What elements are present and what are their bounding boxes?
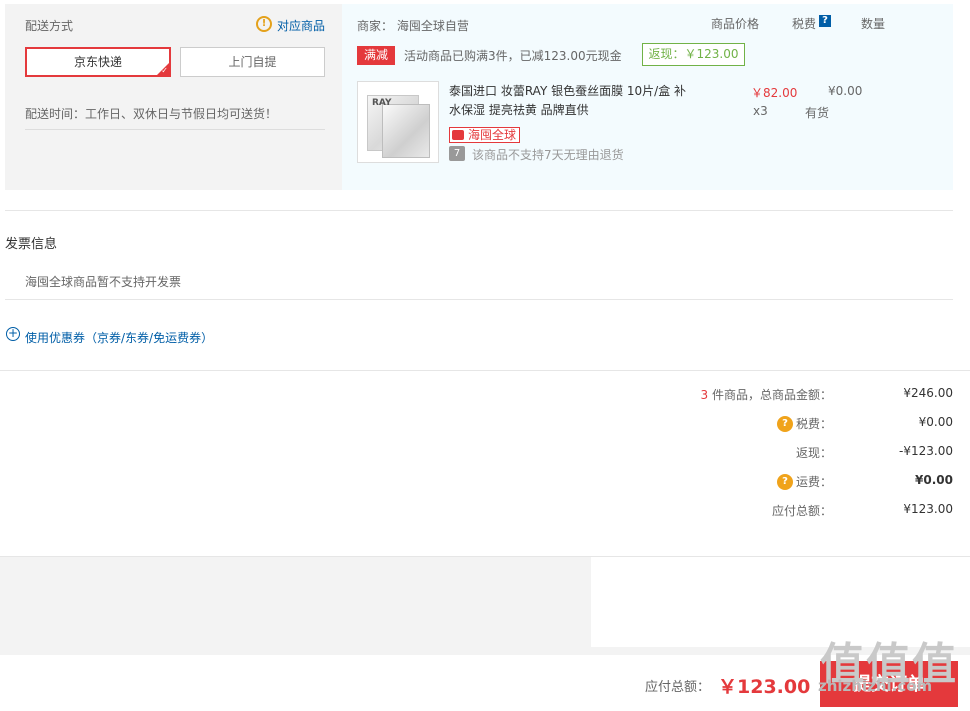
footer-total-amount: ￥123.00: [718, 676, 811, 698]
shipping-title: 配送方式: [25, 19, 74, 33]
payable-label: 应付总额：: [771, 504, 832, 518]
column-quantity: 数量: [861, 17, 886, 31]
tax-help-icon[interactable]: ?: [777, 416, 793, 432]
freight-label: 运费：: [795, 475, 832, 489]
help-icon[interactable]: ?: [819, 15, 831, 27]
checkmark-icon: ✓: [161, 66, 168, 75]
section-divider: [0, 370, 970, 371]
delivery-divider: [25, 129, 325, 130]
warning-icon: !: [256, 16, 272, 32]
invoice-title: 发票信息: [5, 237, 58, 252]
product-thumbnail[interactable]: RAY: [357, 81, 439, 163]
column-tax: 税费: [792, 17, 817, 31]
rebate-value: -¥123.00: [899, 444, 953, 458]
goods-count-suffix: 件商品，总商品金额：: [708, 388, 832, 402]
no-return-text: 该商品不支持7天无理由退货: [472, 148, 624, 162]
product-name-link[interactable]: 泰国进口 妆蕾RAY 银色蚕丝面膜 10片/盒 补水保湿 提亮祛黄 品牌直供: [449, 82, 694, 120]
plus-icon[interactable]: +: [6, 327, 20, 341]
invoice-note: 海囤全球商品暂不支持开发票: [25, 275, 182, 289]
rebate-badge: 返现：￥123.00: [642, 43, 745, 66]
column-price: 商品价格: [711, 17, 760, 31]
thumbnail-brand: RAY: [372, 98, 392, 108]
payable-value: ¥123.00: [903, 502, 953, 516]
tax-label: 税费：: [795, 417, 832, 431]
freight-help-icon[interactable]: ?: [777, 474, 793, 490]
delivery-time: 配送时间：工作日、双休日与节假日均可送货！: [25, 107, 278, 121]
stock-status: 有货: [805, 106, 830, 120]
tax-value: ¥0.00: [918, 415, 953, 429]
footer-total-label: 应付总额：: [645, 680, 711, 695]
global-icon: [452, 130, 464, 140]
product-quantity: x3: [753, 104, 768, 118]
watermark-url: zhizhizhi.com: [818, 677, 933, 695]
no-return-icon: 7: [449, 146, 465, 161]
section-divider: [5, 299, 953, 300]
match-products-link[interactable]: 对应商品: [277, 17, 325, 34]
section-divider: [5, 210, 953, 211]
express-delivery-label: 京东快递: [73, 55, 122, 69]
promo-text: 活动商品已购满3件，已减123.00元现金: [404, 49, 622, 63]
product-tax: ¥0.00: [828, 84, 863, 98]
pickup-option[interactable]: 上门自提: [180, 47, 325, 77]
rebate-label: 返现：: [795, 446, 832, 460]
express-delivery-option[interactable]: 京东快递 ✓: [25, 47, 171, 77]
merchant-name: 商家： 海囤全球自营: [357, 19, 469, 33]
product-pack-image-back: [382, 104, 430, 158]
freight-value: ¥0.00: [915, 473, 953, 487]
goods-total: ¥246.00: [903, 386, 953, 400]
product-price: ￥82.00: [751, 86, 798, 100]
promo-tag: 满减: [357, 46, 395, 65]
use-coupon-link[interactable]: 使用优惠券（京券/东券/免运费券）: [25, 329, 213, 346]
goods-count-label: 3 件商品，总商品金额：: [701, 386, 832, 403]
global-badge-label: 海囤全球: [468, 128, 517, 142]
global-badge: 海囤全球: [449, 127, 521, 143]
